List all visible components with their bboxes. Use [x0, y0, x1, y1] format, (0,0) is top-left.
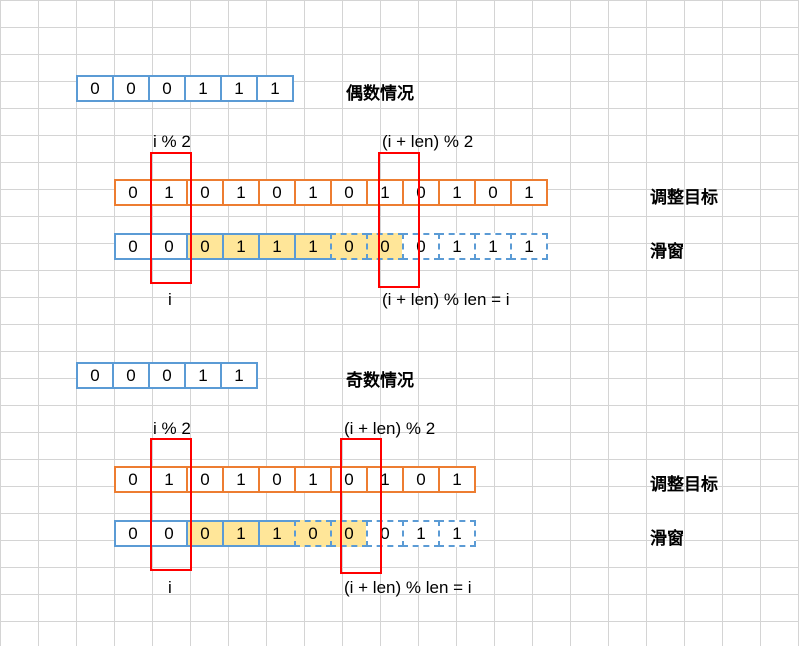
array-cell: 1 [222, 466, 260, 493]
array-cell: 1 [510, 179, 548, 206]
array-cell: 1 [294, 466, 332, 493]
even-title: 偶数情况 [346, 84, 414, 103]
array-cell: 1 [220, 362, 258, 389]
even-source-array: 000111 [76, 75, 294, 102]
array-cell: 0 [114, 466, 152, 493]
odd-red-box-ilen [340, 438, 382, 574]
array-cell: 0 [148, 75, 186, 102]
array-cell: 0 [330, 233, 368, 260]
array-cell: 1 [402, 520, 440, 547]
odd-red-box-i [150, 438, 192, 571]
odd-window-label: 滑窗 [650, 529, 684, 548]
even-target-label: 调整目标 [650, 188, 718, 207]
odd-label-ilen-mod: (i + len) % 2 [344, 419, 436, 438]
odd-title: 奇数情况 [346, 371, 414, 390]
array-cell: 0 [114, 520, 152, 547]
array-cell: 0 [330, 179, 368, 206]
array-cell: 1 [258, 233, 296, 260]
array-cell: 1 [258, 520, 296, 547]
array-cell: 1 [220, 75, 258, 102]
even-label-eq: (i + len) % len = i [382, 290, 510, 309]
odd-target-label: 调整目标 [650, 475, 718, 494]
even-red-box-i [150, 152, 192, 284]
array-cell: 1 [222, 179, 260, 206]
odd-label-i: i [168, 578, 172, 597]
array-cell: 0 [114, 179, 152, 206]
array-cell: 0 [258, 466, 296, 493]
array-cell: 0 [114, 233, 152, 260]
array-cell: 1 [256, 75, 294, 102]
array-cell: 0 [112, 362, 150, 389]
array-cell: 1 [222, 233, 260, 260]
even-red-box-ilen [378, 152, 420, 288]
even-label-i-mod: i % 2 [153, 132, 191, 151]
odd-source-array: 00011 [76, 362, 258, 389]
array-cell: 1 [438, 179, 476, 206]
array-cell: 1 [474, 233, 512, 260]
array-cell: 1 [184, 362, 222, 389]
array-cell: 0 [294, 520, 332, 547]
odd-label-eq: (i + len) % len = i [344, 578, 472, 597]
array-cell: 1 [438, 466, 476, 493]
array-cell: 0 [112, 75, 150, 102]
array-cell: 1 [438, 233, 476, 260]
array-cell: 0 [76, 75, 114, 102]
array-cell: 0 [76, 362, 114, 389]
array-cell: 1 [184, 75, 222, 102]
array-cell: 0 [258, 179, 296, 206]
array-cell: 0 [148, 362, 186, 389]
array-cell: 0 [402, 466, 440, 493]
even-window-label: 滑窗 [650, 242, 684, 261]
even-label-ilen-mod: (i + len) % 2 [382, 132, 474, 151]
array-cell: 1 [294, 233, 332, 260]
odd-label-i-mod: i % 2 [153, 419, 191, 438]
array-cell: 1 [294, 179, 332, 206]
array-cell: 1 [222, 520, 260, 547]
array-cell: 0 [474, 179, 512, 206]
array-cell: 1 [438, 520, 476, 547]
array-cell: 1 [510, 233, 548, 260]
even-label-i: i [168, 290, 172, 309]
